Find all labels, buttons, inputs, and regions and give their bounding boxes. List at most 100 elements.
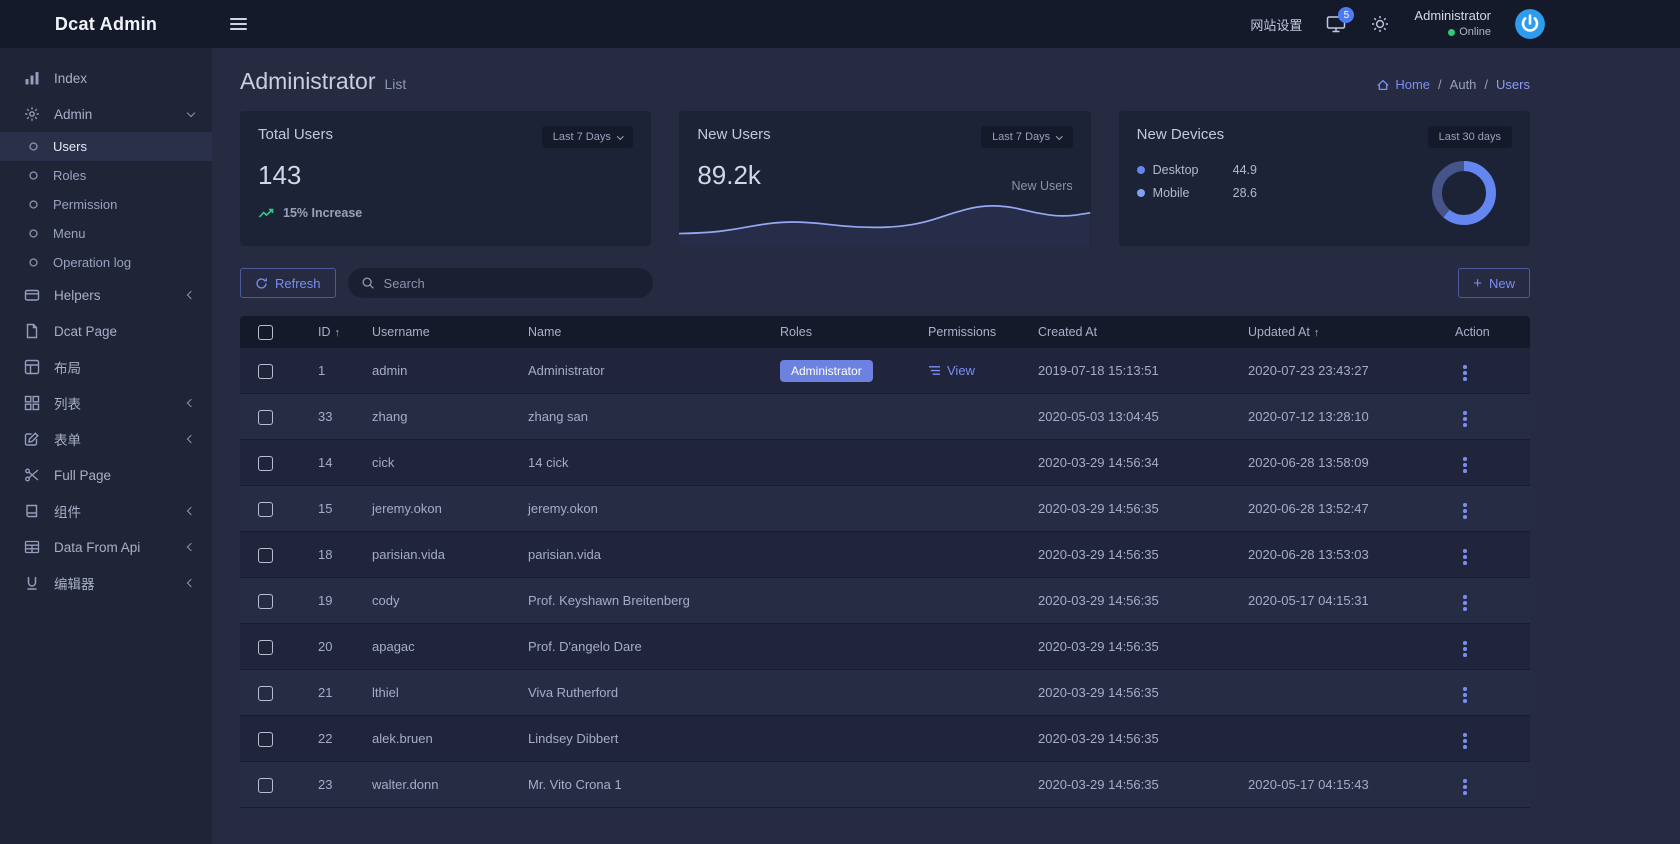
- new-devices-card: New Devices Last 30 days Desktop 44.9 Mobi…: [1118, 111, 1530, 246]
- hamburger-menu-button[interactable]: [228, 14, 249, 34]
- underline-icon: [24, 575, 40, 591]
- row-actions-button[interactable]: [1455, 361, 1475, 385]
- sidebar-item-layout[interactable]: 布局: [0, 349, 212, 385]
- sidebar-item-data-from-api[interactable]: Data From Api: [0, 529, 212, 565]
- notification-monitor-icon[interactable]: 5: [1326, 7, 1355, 33]
- circle-icon: [27, 227, 40, 240]
- cell-id: 20: [318, 639, 333, 654]
- row-actions-button[interactable]: [1455, 407, 1475, 431]
- bar-chart-icon: [24, 70, 40, 86]
- sidebar-item-form[interactable]: 表单: [0, 421, 212, 457]
- sidebar-item-dcat-page[interactable]: Dcat Page: [0, 313, 212, 349]
- sidebar-item-permission[interactable]: Permission: [0, 190, 212, 219]
- sidebar-item-label: Users: [53, 139, 87, 154]
- breadcrumb-auth: Auth: [1449, 77, 1477, 92]
- sidebar-item-label: Menu: [53, 226, 86, 241]
- sidebar-item-label: Dcat Page: [54, 323, 118, 339]
- devices-legend: Desktop 44.9 Mobile 28.6: [1136, 163, 1428, 200]
- row-checkbox[interactable]: [258, 409, 273, 425]
- sidebar-item-helpers[interactable]: Helpers: [0, 277, 212, 313]
- row-checkbox[interactable]: [258, 777, 273, 793]
- period-dropdown[interactable]: Last 7 Days: [981, 126, 1073, 148]
- sidebar-item-label: Full Page: [54, 467, 112, 483]
- row-checkbox[interactable]: [258, 685, 273, 701]
- sidebar-item-full-page[interactable]: Full Page: [0, 457, 212, 493]
- chevron-down-icon: [1056, 132, 1063, 140]
- table-row: 18 parisian.vida parisian.vida 2020-03-2…: [240, 532, 1530, 578]
- period-dropdown[interactable]: Last 7 Days: [541, 126, 634, 148]
- row-actions-button[interactable]: [1455, 453, 1475, 477]
- sidebar-item-label: 组件: [54, 505, 81, 520]
- row-checkbox[interactable]: [258, 639, 273, 655]
- book-icon: [24, 503, 40, 519]
- row-checkbox[interactable]: [258, 731, 273, 747]
- row-actions-button[interactable]: [1455, 775, 1475, 799]
- users-table: ID ↑ Username Name Roles Permissions Crea…: [240, 316, 1530, 808]
- row-actions-button[interactable]: [1455, 499, 1475, 523]
- table-row: 23 walter.donn Mr. Vito Crona 1 2020-03-…: [240, 762, 1530, 808]
- row-actions-button[interactable]: [1455, 637, 1475, 661]
- permissions-view-link[interactable]: View: [928, 363, 975, 378]
- search-input[interactable]: [347, 268, 653, 298]
- refresh-button[interactable]: Refresh: [240, 268, 336, 298]
- chevron-down-icon: [616, 132, 624, 140]
- chevron-left-icon: [186, 398, 196, 408]
- chevron-left-icon: [186, 542, 196, 552]
- sidebar-item-list[interactable]: 列表: [0, 385, 212, 421]
- select-all-checkbox[interactable]: [258, 324, 273, 340]
- sidebar-item-users[interactable]: Users: [0, 132, 212, 161]
- cell-id: 18: [318, 547, 333, 562]
- avatar[interactable]: [1515, 9, 1545, 39]
- row-actions-button[interactable]: [1455, 545, 1475, 569]
- sidebar-item-index[interactable]: Index: [0, 60, 212, 96]
- sidebar-item-admin[interactable]: Admin: [0, 96, 212, 132]
- row-checkbox[interactable]: [258, 547, 273, 563]
- user-status: Online: [1414, 25, 1491, 39]
- row-checkbox[interactable]: [258, 501, 273, 517]
- cell-id: 15: [318, 501, 333, 516]
- sidebar-item-operation-log[interactable]: Operation log: [0, 248, 212, 277]
- sidebar-item-roles[interactable]: Roles: [0, 161, 212, 190]
- cell-name: Prof. Keyshawn Breitenberg: [528, 593, 690, 608]
- row-actions-button[interactable]: [1455, 683, 1475, 707]
- col-header-updated-at[interactable]: Updated At: [1248, 325, 1310, 339]
- search-icon: [361, 276, 375, 290]
- col-header-id[interactable]: ID: [318, 325, 331, 339]
- row-actions-button[interactable]: [1455, 729, 1475, 753]
- row-checkbox[interactable]: [258, 455, 273, 471]
- table-row: 20 apagac Prof. D'angelo Dare 2020-03-29…: [240, 624, 1530, 670]
- col-header-action: Action: [1455, 325, 1490, 339]
- table-toolbar: Refresh + New: [240, 268, 1530, 298]
- sidebar-item-label: Admin: [54, 106, 93, 122]
- sidebar-item-editor[interactable]: 编辑器: [0, 565, 212, 601]
- breadcrumb-separator: /: [1484, 77, 1489, 92]
- new-button[interactable]: + New: [1458, 268, 1530, 298]
- breadcrumb-users: Users: [1496, 77, 1530, 92]
- sidebar-item-components[interactable]: 组件: [0, 493, 212, 529]
- cell-updated-at: 2020-06-28 13:58:09: [1248, 455, 1369, 470]
- card-title: New Devices: [1136, 126, 1225, 143]
- period-button[interactable]: Last 30 days: [1427, 126, 1512, 148]
- cell-created-at: 2020-03-29 14:56:35: [1038, 501, 1159, 516]
- sidebar-item-label: Roles: [53, 168, 87, 183]
- chevron-left-icon: [186, 434, 196, 444]
- breadcrumb-home[interactable]: Home: [1376, 77, 1430, 92]
- theme-sun-icon[interactable]: [1370, 15, 1390, 33]
- user-info[interactable]: Administrator Online: [1414, 8, 1491, 39]
- cell-created-at: 2020-03-29 14:56:35: [1038, 593, 1159, 608]
- row-checkbox[interactable]: [258, 593, 273, 609]
- site-settings-link[interactable]: 网站设置: [1250, 15, 1302, 34]
- stream-icon: [928, 365, 941, 376]
- cell-created-at: 2020-03-29 14:56:35: [1038, 731, 1159, 746]
- cell-name: Lindsey Dibbert: [528, 731, 619, 746]
- app-logo[interactable]: Dcat Admin: [0, 0, 212, 48]
- cell-id: 33: [318, 409, 333, 424]
- cell-updated-at: 2020-05-17 04:15:31: [1248, 593, 1369, 608]
- row-checkbox[interactable]: [258, 363, 273, 379]
- sidebar-item-menu[interactable]: Menu: [0, 219, 212, 248]
- cell-created-at: 2020-05-03 13:04:45: [1038, 409, 1159, 424]
- scissors-icon: [24, 467, 40, 483]
- cell-updated-at: 2020-06-28 13:53:03: [1248, 547, 1369, 562]
- row-actions-button[interactable]: [1455, 591, 1475, 615]
- table-row: 22 alek.bruen Lindsey Dibbert 2020-03-29…: [240, 716, 1530, 762]
